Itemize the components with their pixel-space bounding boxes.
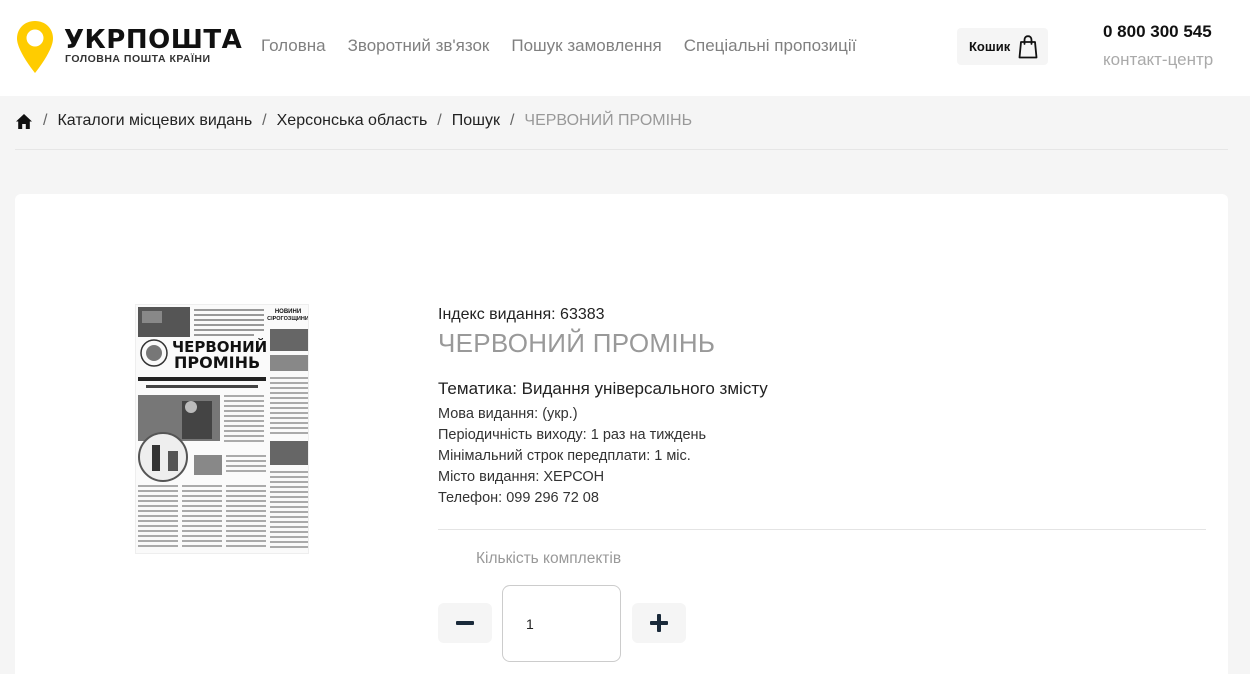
publication-frequency: Періодичність виходу: 1 раз на тиждень	[438, 427, 707, 443]
newspaper-cover-drawing: НОВИНИ СІРОГОЗЩИНИ ЧЕРВОНИЙ ПРОМІНЬ	[136, 305, 309, 553]
section-divider	[438, 529, 1206, 530]
quantity-label: Кількість комплектів	[476, 550, 622, 567]
quantity-decrease-button[interactable]	[438, 603, 492, 643]
breadcrumb-local-catalogs[interactable]: Каталоги місцевих видань	[57, 112, 252, 130]
publication-index: Індекс видання: 63383	[438, 306, 605, 323]
cart-label: Кошик	[969, 39, 1011, 54]
nav-special-offers[interactable]: Спеціальні пропозиції	[684, 36, 857, 56]
cart-button[interactable]: Кошик	[957, 28, 1048, 65]
cover-masthead-line2: ПРОМІНЬ	[174, 353, 260, 372]
nav-order-search[interactable]: Пошук замовлення	[511, 36, 661, 56]
cover-side-heading-2: СІРОГОЗЩИНИ	[267, 316, 309, 322]
cover-side-heading-1: НОВИНИ	[275, 309, 301, 315]
plus-icon	[650, 614, 668, 632]
breadcrumb-separator: /	[437, 112, 442, 129]
newspaper-cover-image: НОВИНИ СІРОГОЗЩИНИ ЧЕРВОНИЙ ПРОМІНЬ	[135, 304, 309, 554]
site-header: УКРПОШТА ГОЛОВНА ПОШТА КРАЇНИ Головна Зв…	[0, 0, 1250, 96]
contact-phone[interactable]: 0 800 300 545	[1103, 22, 1212, 42]
logo-name: УКРПОШТА	[64, 25, 243, 55]
logo-pin-icon	[17, 21, 53, 73]
breadcrumb-separator: /	[262, 112, 267, 129]
home-icon[interactable]	[15, 113, 33, 130]
publication-language: Мова видання: (укр.)	[438, 406, 578, 422]
breadcrumb-separator: /	[509, 112, 515, 129]
contact-center-label: контакт-центр	[1103, 50, 1214, 69]
breadcrumb-divider	[15, 149, 1228, 150]
nav-home[interactable]: Головна	[261, 36, 326, 56]
publication-min-subscription: Мінімальний строк передплати: 1 міс.	[438, 448, 691, 464]
ukrposhta-logo[interactable]: УКРПОШТА ГОЛОВНА ПОШТА КРАЇНИ	[16, 20, 242, 76]
breadcrumb-kherson-region[interactable]: Херсонська область	[277, 112, 428, 130]
nav-feedback[interactable]: Зворотний зв'язок	[348, 36, 490, 56]
breadcrumb-current: ЧЕРВОНИЙ ПРОМІНЬ	[524, 112, 693, 129]
main-nav: Головна Зворотний зв'язок Пошук замовлен…	[261, 36, 856, 56]
publication-title: ЧЕРВОНИЙ ПРОМІНЬ	[438, 328, 716, 358]
breadcrumb: / Каталоги місцевих видань / Херсонська …	[15, 112, 692, 130]
publication-card: НОВИНИ СІРОГОЗЩИНИ ЧЕРВОНИЙ ПРОМІНЬ Інде…	[15, 194, 1228, 674]
publication-phone: Телефон: 099 296 72 08	[438, 490, 599, 506]
publication-city: Місто видання: ХЕРСОН	[438, 469, 605, 485]
breadcrumb-separator: /	[43, 112, 48, 129]
quantity-increase-button[interactable]	[632, 603, 686, 643]
minus-icon	[456, 621, 474, 625]
quantity-input[interactable]	[502, 585, 621, 662]
logo-tagline: ГОЛОВНА ПОШТА КРАЇНИ	[65, 53, 211, 65]
publication-theme: Тематика: Видання універсального змісту	[438, 379, 768, 398]
breadcrumb-search[interactable]: Пошук	[452, 112, 500, 130]
shopping-bag-icon	[1018, 34, 1038, 58]
